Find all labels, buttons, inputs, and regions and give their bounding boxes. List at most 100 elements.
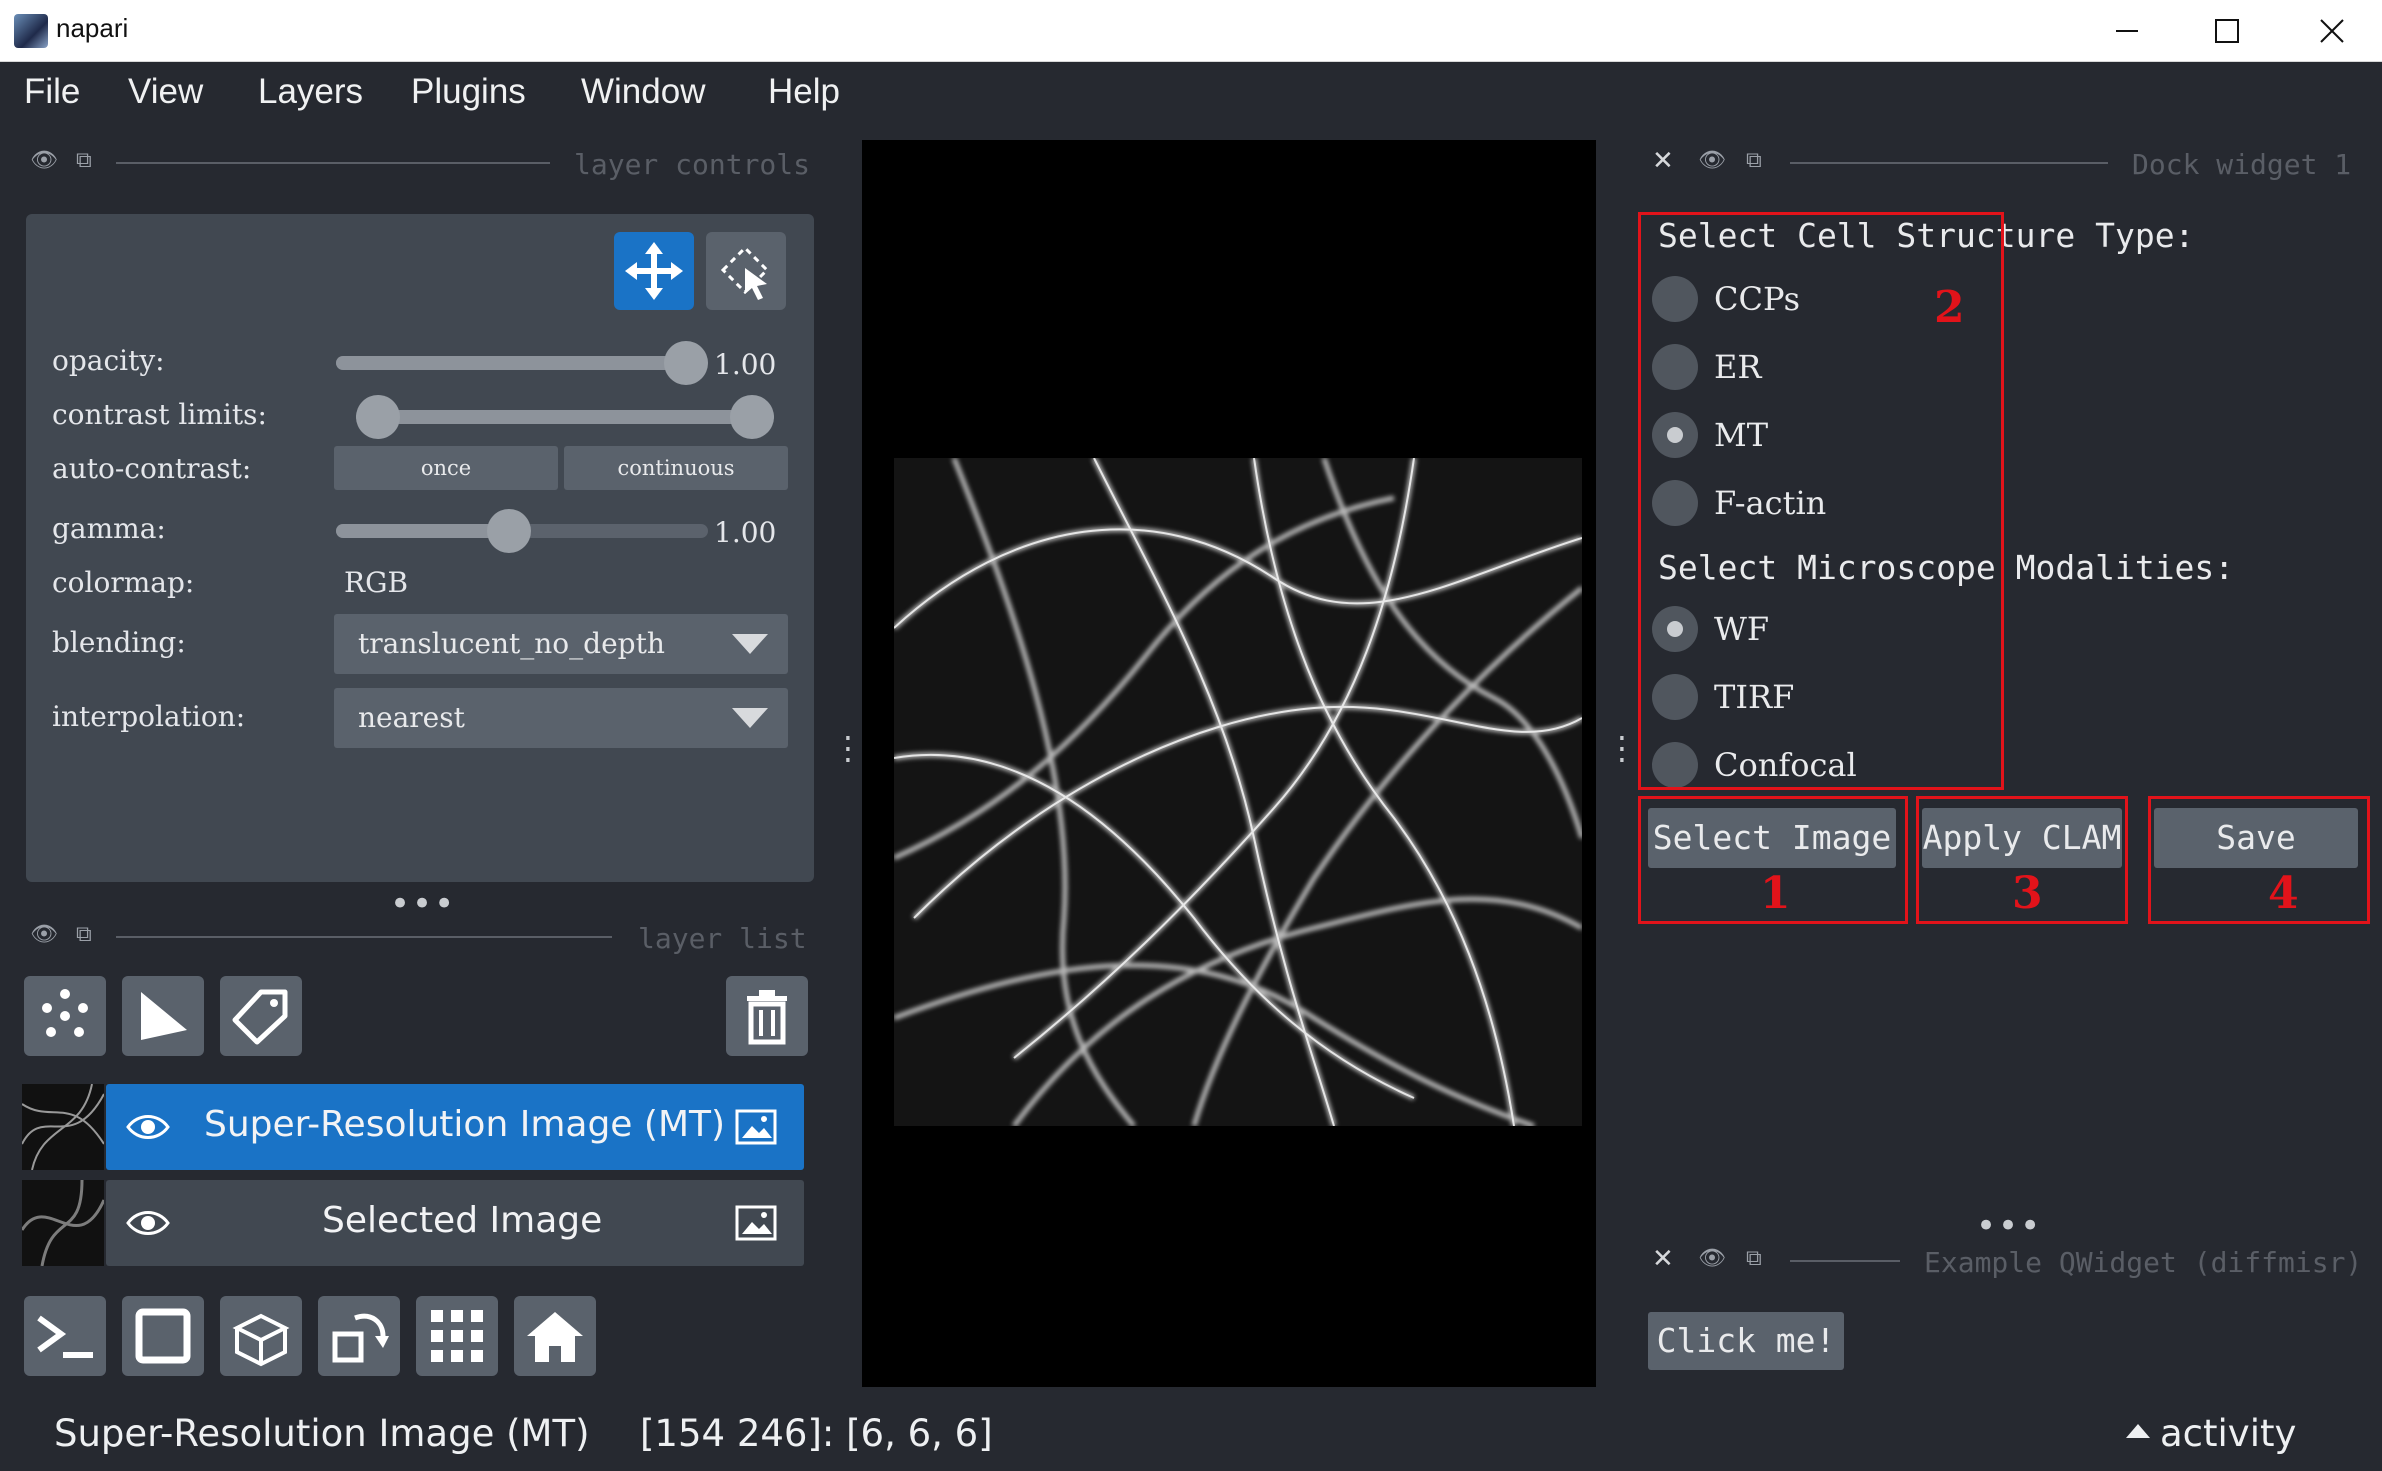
roll-dimensions-button[interactable] <box>220 1296 302 1376</box>
layer-thumbnail <box>22 1084 104 1170</box>
dock-resize-handle[interactable]: ••• <box>1976 1206 2042 1246</box>
blending-dropdown[interactable]: translucent_no_depth <box>334 614 788 674</box>
pan-zoom-button[interactable] <box>614 232 694 310</box>
layer-controls-panel: opacity: 1.00 contrast limits: auto-cont… <box>26 214 814 882</box>
layer-row-super-resolution[interactable]: Super-Resolution Image (MT) <box>106 1084 804 1170</box>
gamma-label: gamma: <box>52 512 166 545</box>
image-layer-icon <box>735 1205 777 1241</box>
layer-controls-header: layer controls <box>574 148 811 181</box>
grid-icon <box>431 1310 483 1362</box>
maximize-icon <box>2215 19 2239 43</box>
layer-row-selected-image[interactable]: Selected Image <box>106 1180 804 1266</box>
toggle-visibility-icon[interactable]: 👁 <box>30 148 58 173</box>
gamma-value: 1.00 <box>714 516 777 549</box>
microscopy-image <box>894 458 1582 1126</box>
interpolation-dropdown[interactable]: nearest <box>334 688 788 748</box>
reset-view-button[interactable] <box>514 1296 596 1376</box>
layer-thumbnail <box>22 1180 104 1266</box>
opacity-slider-fill <box>336 356 686 370</box>
float-panel-icon[interactable]: ⧉ <box>1746 1246 1762 1271</box>
contrast-high-handle[interactable] <box>730 395 774 439</box>
annotation-number: 1 <box>1760 868 1791 919</box>
tag-icon <box>232 989 288 1045</box>
layer-thumbnail-image <box>22 1180 104 1266</box>
close-icon <box>2320 19 2344 43</box>
delete-layer-button[interactable] <box>726 976 808 1056</box>
terminal-icon <box>37 1315 93 1358</box>
float-panel-icon[interactable]: ⧉ <box>1746 148 1762 173</box>
dock-widget-title: Dock widget 1 <box>2132 148 2352 181</box>
status-coordinates: [154 246]: [6, 6, 6] <box>640 1412 993 1455</box>
opacity-value: 1.00 <box>714 348 777 381</box>
colormap-value: RGB <box>344 566 409 599</box>
contrast-low-handle[interactable] <box>356 395 400 439</box>
opacity-slider-handle[interactable] <box>664 341 708 385</box>
transform-select-button[interactable] <box>706 232 786 310</box>
contrast-limits-label: contrast limits: <box>52 398 267 431</box>
menu-plugins[interactable]: Plugins <box>411 72 526 112</box>
new-labels-layer-button[interactable] <box>220 976 302 1056</box>
minimize-button[interactable] <box>2077 0 2177 62</box>
float-panel-icon[interactable]: ⧉ <box>76 922 92 947</box>
left-dock-resize-handle[interactable]: ⋮ <box>832 732 864 764</box>
menu-layers[interactable]: Layers <box>258 72 363 112</box>
console-button[interactable] <box>24 1296 106 1376</box>
trash-icon <box>747 990 787 1045</box>
contrast-limits-slider[interactable] <box>356 395 774 439</box>
new-points-layer-button[interactable] <box>24 976 106 1056</box>
new-shapes-layer-button[interactable] <box>122 976 204 1056</box>
grid-view-button[interactable] <box>416 1296 498 1376</box>
interpolation-value: nearest <box>358 701 465 734</box>
blending-value: translucent_no_depth <box>358 627 665 660</box>
move-arrows-icon <box>625 242 683 300</box>
auto-contrast-once-button[interactable]: once <box>334 446 558 490</box>
close-icon[interactable]: ✕ <box>1652 146 1674 176</box>
layer-thumbnail-image <box>22 1084 104 1170</box>
microtubule-image <box>894 458 1582 1126</box>
header-divider <box>116 936 612 938</box>
toggle-visibility-icon[interactable]: 👁 <box>1698 1246 1726 1271</box>
interpolation-label: interpolation: <box>52 700 246 733</box>
napari-logo-icon <box>14 14 48 48</box>
menu-window[interactable]: Window <box>581 72 705 112</box>
close-icon[interactable]: ✕ <box>1652 1244 1674 1274</box>
layer-list-header: layer list <box>638 922 807 955</box>
opacity-slider[interactable] <box>336 341 708 385</box>
annotation-box-save <box>2148 796 2370 924</box>
opacity-label: opacity: <box>52 344 165 377</box>
cube-icon <box>232 1313 290 1367</box>
activity-arrow-icon <box>2126 1424 2150 1438</box>
panel-resize-handle[interactable]: ••• <box>390 884 456 924</box>
layer-name: Selected Image <box>322 1200 603 1241</box>
maximize-button[interactable] <box>2177 0 2277 62</box>
minimize-icon <box>2116 30 2138 32</box>
header-divider <box>1790 162 2108 164</box>
window-title: napari <box>56 13 129 43</box>
auto-contrast-continuous-button[interactable]: continuous <box>564 446 788 490</box>
points-icon <box>42 989 88 1037</box>
transpose-button[interactable] <box>318 1296 400 1376</box>
eye-icon[interactable] <box>126 1109 170 1145</box>
header-divider <box>116 162 550 164</box>
annotation-number: 4 <box>2268 868 2299 919</box>
right-dock-resize-handle[interactable]: ⋮ <box>1606 732 1638 764</box>
toggle-visibility-icon[interactable]: 👁 <box>30 922 58 947</box>
float-panel-icon[interactable]: ⧉ <box>76 148 92 173</box>
square-icon <box>135 1308 191 1364</box>
menu-bar: File View Layers Plugins Window Help <box>0 62 2382 137</box>
menu-help[interactable]: Help <box>768 72 840 112</box>
contrast-range-fill <box>356 410 774 424</box>
gamma-slider[interactable] <box>336 509 708 553</box>
toggle-visibility-icon[interactable]: 👁 <box>1698 148 1726 173</box>
gamma-slider-handle[interactable] <box>486 509 531 553</box>
image-layer-icon <box>735 1109 777 1145</box>
auto-contrast-label: auto-contrast: <box>52 452 252 485</box>
menu-view[interactable]: View <box>128 72 203 112</box>
menu-file[interactable]: File <box>24 72 80 112</box>
close-window-button[interactable] <box>2282 0 2382 62</box>
dashed-select-cursor-icon <box>720 245 770 300</box>
ndisplay-button[interactable] <box>122 1296 204 1376</box>
click-me-button[interactable]: Click me! <box>1648 1312 1844 1370</box>
activity-button[interactable]: activity <box>2160 1412 2296 1455</box>
eye-icon[interactable] <box>126 1205 170 1241</box>
